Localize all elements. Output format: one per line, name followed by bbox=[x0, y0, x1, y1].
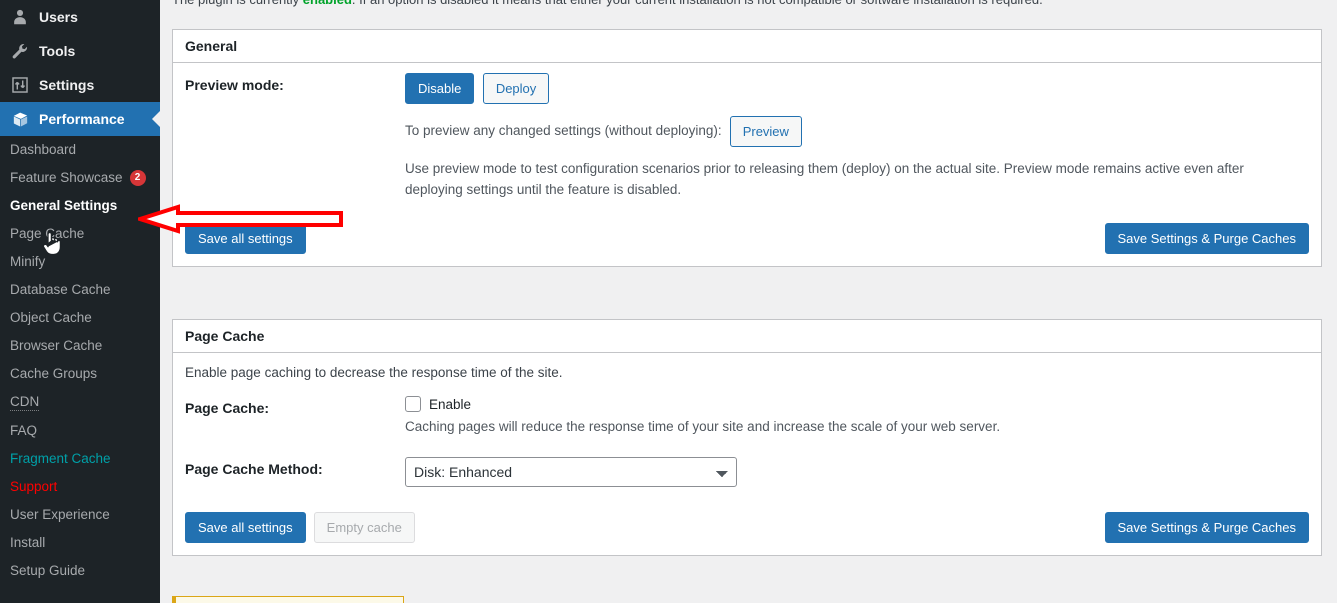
preview-mode-row: Preview mode: Disable Deploy To preview … bbox=[185, 73, 1309, 201]
users-icon bbox=[10, 7, 30, 27]
page-cache-method-select[interactable]: Disk: BasicDisk: EnhancedRedisMemcachedA… bbox=[405, 457, 737, 487]
notice-text-after: . If an option is disabled it means that… bbox=[352, 0, 1043, 7]
sidebar-item-label: Cache Groups bbox=[10, 366, 98, 381]
general-submit-row: Save all settings Save Settings & Purge … bbox=[185, 222, 1309, 254]
sidebar-item-label: Page Cache bbox=[10, 226, 85, 241]
general-panel: General Preview mode: Disable Deploy To … bbox=[172, 29, 1322, 267]
sidebar-item-install[interactable]: Install bbox=[0, 529, 160, 557]
page-cache-enable-checkbox-row[interactable]: Enable bbox=[405, 396, 1309, 412]
empty-cache-button: Empty cache bbox=[313, 512, 415, 543]
sidebar-item-label: Users bbox=[39, 9, 78, 25]
preview-button[interactable]: Preview bbox=[729, 116, 802, 147]
sidebar-item-label: Tools bbox=[39, 43, 76, 59]
sidebar-item-label: Feature Showcase bbox=[10, 170, 123, 185]
page-cache-panel-title: Page Cache bbox=[185, 328, 265, 344]
sidebar-item-label: Minify bbox=[10, 254, 46, 269]
preview-hint-row: To preview any changed settings (without… bbox=[405, 116, 1309, 147]
performance-icon bbox=[10, 109, 30, 129]
sidebar-item-badge: 2 bbox=[129, 170, 146, 186]
sidebar-item-label: User Experience bbox=[10, 507, 110, 522]
admin-sidebar: Users Tools Settings Performance Dashboa… bbox=[0, 0, 160, 603]
page-cache-method-row: Page Cache Method: Disk: BasicDisk: Enha… bbox=[185, 457, 1309, 487]
sidebar-item-label: Dashboard bbox=[10, 142, 77, 157]
preview-mode-label: Preview mode: bbox=[185, 77, 284, 93]
sidebar-item-label: General Settings bbox=[10, 198, 118, 213]
page-cache-enable-row: Page Cache: Enable Caching pages will re… bbox=[185, 396, 1309, 434]
sidebar-item-user-experience[interactable]: User Experience bbox=[0, 501, 160, 529]
page-cache-method-label: Page Cache Method: bbox=[185, 461, 323, 477]
sidebar-item-fragment-cache[interactable]: Fragment Cache bbox=[0, 445, 160, 473]
page-cache-panel: Page Cache Enable page caching to decrea… bbox=[172, 319, 1322, 556]
main-content: The plugin is currently enabled. If an o… bbox=[160, 0, 1337, 603]
sidebar-item-settings[interactable]: Settings bbox=[0, 68, 160, 102]
screen: Users Tools Settings Performance Dashboa… bbox=[0, 0, 1337, 603]
page-cache-submit-row: Save all settings Empty cache Save Setti… bbox=[185, 512, 1309, 543]
sidebar-item-database-cache[interactable]: Database Cache bbox=[0, 276, 160, 304]
sidebar-item-label: Browser Cache bbox=[10, 338, 103, 353]
wrench-icon bbox=[10, 41, 30, 61]
sidebar-item-label: Settings bbox=[39, 77, 95, 93]
page-cache-enable-label: Page Cache: bbox=[185, 400, 270, 416]
general-panel-header: General bbox=[173, 30, 1321, 63]
sidebar-item-label: Install bbox=[10, 535, 46, 550]
sidebar-item-label: Setup Guide bbox=[10, 563, 86, 578]
sidebar-item-label: Performance bbox=[39, 111, 125, 127]
sidebar-item-label: Support bbox=[10, 479, 58, 494]
sidebar-item-dashboard[interactable]: Dashboard bbox=[0, 136, 160, 164]
sidebar-item-tools[interactable]: Tools bbox=[0, 34, 160, 68]
sidebar-item-users[interactable]: Users bbox=[0, 0, 160, 34]
sidebar-item-cdn[interactable]: CDN bbox=[0, 388, 160, 417]
sidebar-item-label: Object Cache bbox=[10, 310, 92, 325]
sidebar-item-label: CDN bbox=[10, 394, 40, 411]
preview-mode-description: Use preview mode to test configuration s… bbox=[405, 161, 1244, 197]
page-cache-panel-body: Enable page caching to decrease the resp… bbox=[173, 353, 1321, 555]
deploy-button[interactable]: Deploy bbox=[482, 73, 550, 104]
sidebar-item-minify[interactable]: Minify bbox=[0, 248, 160, 276]
disable-button[interactable]: Disable bbox=[405, 73, 475, 104]
preview-hint-text: To preview any changed settings (without… bbox=[405, 123, 722, 139]
sidebar-item-general-settings[interactable]: General Settings bbox=[0, 192, 160, 220]
sidebar-item-browser-cache[interactable]: Browser Cache bbox=[0, 332, 160, 360]
notice-text-before: The plugin is currently bbox=[172, 0, 303, 7]
page-cache-panel-header: Page Cache bbox=[173, 320, 1321, 353]
sidebar-item-performance[interactable]: Performance bbox=[0, 102, 160, 136]
preview-mode-buttons: Disable Deploy bbox=[405, 73, 1309, 104]
notice-text-enabled: enabled bbox=[303, 0, 352, 7]
sidebar-item-label: FAQ bbox=[10, 423, 38, 438]
save-settings-purge-caches-button-general[interactable]: Save Settings & Purge Caches bbox=[1104, 222, 1309, 254]
save-all-settings-button-general[interactable]: Save all settings bbox=[185, 222, 306, 254]
save-all-settings-button-page-cache[interactable]: Save all settings bbox=[185, 512, 306, 543]
save-settings-purge-caches-button-page-cache[interactable]: Save Settings & Purge Caches bbox=[1104, 512, 1309, 543]
sidebar-item-label: Database Cache bbox=[10, 282, 111, 297]
bottom-notice-partial bbox=[172, 596, 404, 603]
page-cache-intro: Enable page caching to decrease the resp… bbox=[185, 365, 563, 380]
sidebar-item-support[interactable]: Support bbox=[0, 473, 160, 501]
general-panel-title: General bbox=[185, 38, 238, 54]
sidebar-item-faq[interactable]: FAQ bbox=[0, 417, 160, 445]
page-cache-enable-checkbox-label[interactable]: Enable bbox=[429, 397, 471, 412]
plugin-status-notice: The plugin is currently enabled. If an o… bbox=[172, 0, 1322, 7]
page-cache-enable-description: Caching pages will reduce the response t… bbox=[405, 419, 1001, 434]
performance-submenu: Dashboard Feature Showcase 2 General Settin… bbox=[0, 136, 160, 593]
sidebar-item-feature-showcase[interactable]: Feature Showcase 2 bbox=[0, 164, 160, 192]
sliders-icon bbox=[10, 75, 30, 95]
sidebar-item-label: Fragment Cache bbox=[10, 451, 111, 466]
sidebar-item-cache-groups[interactable]: Cache Groups bbox=[0, 360, 160, 388]
general-panel-body: Preview mode: Disable Deploy To preview … bbox=[173, 63, 1321, 266]
sidebar-item-object-cache[interactable]: Object Cache bbox=[0, 304, 160, 332]
sidebar-item-page-cache[interactable]: Page Cache bbox=[0, 220, 160, 248]
sidebar-item-setup-guide[interactable]: Setup Guide bbox=[0, 557, 160, 585]
page-cache-enable-checkbox[interactable] bbox=[405, 396, 421, 412]
